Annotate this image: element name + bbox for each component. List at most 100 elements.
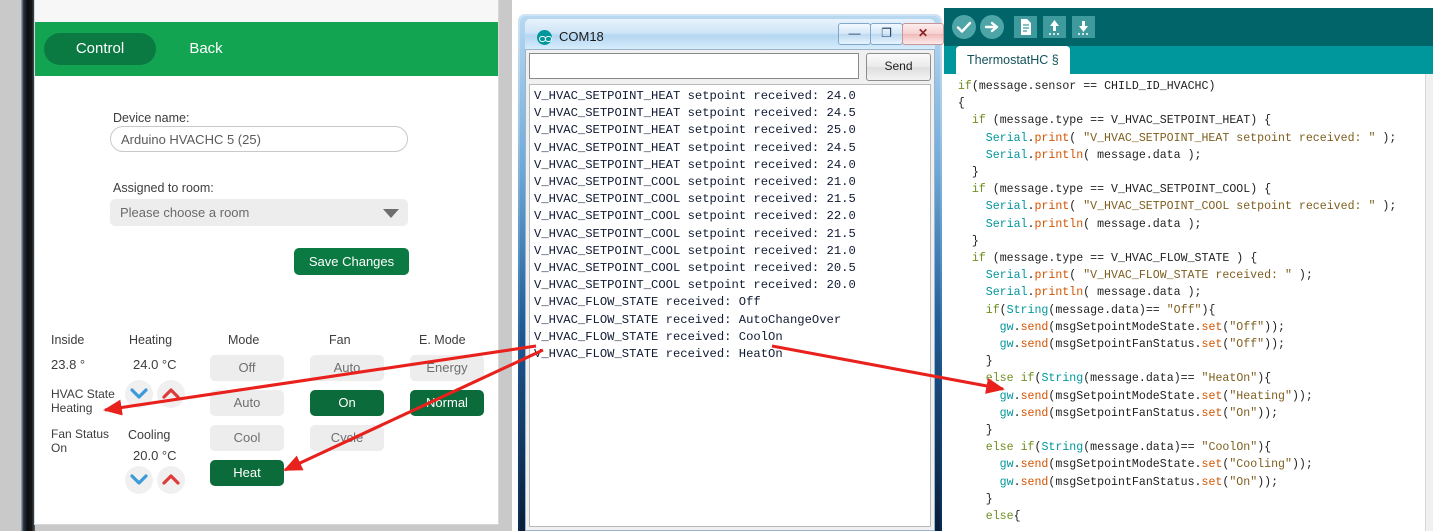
mode-auto-button[interactable]: Auto: [210, 390, 284, 416]
emode-normal-button[interactable]: Normal: [410, 390, 484, 416]
ide-toolbar: [944, 8, 1433, 46]
chevron-up-icon: [162, 474, 180, 485]
fan-status-value: On: [51, 441, 68, 455]
heating-increase-button[interactable]: [157, 380, 185, 408]
serial-log-line: V_HVAC_FLOW_STATE received: HeatOn: [534, 347, 783, 362]
column-header-inside: Inside: [51, 333, 85, 347]
tab-back[interactable]: Back: [170, 33, 242, 65]
serial-send-input[interactable]: [529, 53, 859, 79]
code-line: Serial.print( "V_HVAC_SETPOINT_COOL setp…: [985, 200, 1397, 214]
hvac-state-value: Heating: [51, 401, 93, 415]
code-line: gw.send(msgSetpointFanStatus.set("On"));: [999, 475, 1279, 489]
code-line: }: [944, 424, 993, 438]
serial-log-line: V_HVAC_FLOW_STATE received: CoolOn: [534, 329, 783, 344]
maximize-button[interactable]: ❐: [870, 23, 903, 45]
column-header-mode: Mode: [228, 333, 260, 347]
code-line: if (message.type == V_HVAC_SETPOINT_HEAT…: [971, 114, 1272, 128]
inside-temperature-value: 23.8 °: [51, 357, 86, 372]
code-line: {: [944, 97, 965, 111]
send-button[interactable]: Send: [866, 53, 931, 81]
device-name-input[interactable]: Arduino HVACHC 5 (25): [110, 126, 408, 152]
serial-log-line: V_HVAC_SETPOINT_COOL setpoint received: …: [534, 243, 856, 258]
code-line: }: [944, 355, 993, 369]
code-line: if (message.type == V_HVAC_SETPOINT_COOL…: [971, 183, 1272, 197]
fan-auto-button[interactable]: Auto: [310, 355, 384, 381]
code-line: Serial.println( message.data );: [985, 217, 1202, 231]
code-line: gw.send(msgSetpointFanStatus.set("Off"))…: [999, 338, 1286, 352]
serial-log-line: V_HVAC_SETPOINT_HEAT setpoint received: …: [534, 89, 856, 103]
code-line: }: [944, 492, 993, 506]
new-file-icon[interactable]: [1014, 16, 1037, 38]
chevron-down-icon: [130, 474, 148, 485]
screenshot-root: Control Back Device name: Arduino HVACHC…: [0, 0, 1433, 531]
tab-thermostat-hc[interactable]: ThermostatHC §: [956, 46, 1070, 74]
serial-log-line: V_HVAC_SETPOINT_COOL setpoint received: …: [534, 192, 856, 207]
chevron-down-icon: [130, 388, 148, 399]
heating-decrease-button[interactable]: [125, 380, 153, 408]
serial-log-line: V_HVAC_SETPOINT_HEAT setpoint received: …: [534, 123, 856, 138]
window-titlebar[interactable]: COM18 — ❐ ✕: [525, 19, 944, 49]
code-line: gw.send(msgSetpointModeState.set("Heatin…: [999, 389, 1313, 403]
code-line: Serial.println( message.data );: [985, 286, 1202, 300]
ide-code-editor[interactable]: if(message.sensor == CHILD_ID_HVACHC) { …: [944, 74, 1433, 531]
web-app-browser-bar: [35, 0, 498, 23]
mode-heat-button[interactable]: Heat: [210, 460, 284, 486]
serial-log-line: V_HVAC_SETPOINT_COOL setpoint received: …: [534, 226, 856, 241]
emode-energy-button[interactable]: Energy: [410, 355, 484, 381]
serial-log-line: V_HVAC_SETPOINT_HEAT setpoint received: …: [534, 106, 856, 121]
code-line: Serial.println( message.data );: [985, 148, 1202, 162]
hvac-state-label: HVAC State: [51, 387, 115, 401]
chevron-down-icon: [383, 209, 399, 218]
save-changes-button[interactable]: Save Changes: [294, 248, 409, 275]
serial-log-line: V_HVAC_SETPOINT_HEAT setpoint received: …: [534, 157, 856, 172]
close-button[interactable]: ✕: [902, 23, 944, 45]
serial-log-line: V_HVAC_SETPOINT_COOL setpoint received: …: [534, 278, 856, 293]
chevron-up-icon: [162, 388, 180, 399]
code-line: }: [944, 234, 979, 248]
web-app-panel: Control Back Device name: Arduino HVACHC…: [0, 0, 512, 531]
code-line: else if(String(message.data)== "CoolOn")…: [985, 441, 1272, 455]
cooling-setpoint-value: 20.0 °C: [133, 448, 177, 463]
serial-log-line: V_HVAC_SETPOINT_COOL setpoint received: …: [534, 209, 856, 224]
code-line: Serial.print( "V_HVAC_FLOW_STATE receive…: [985, 269, 1313, 283]
code-line: Serial.print( "V_HVAC_SETPOINT_HEAT setp…: [985, 131, 1397, 145]
column-header-fan: Fan: [329, 333, 351, 347]
upload-arrow-icon[interactable]: [980, 15, 1004, 39]
serial-log-line: V_HVAC_SETPOINT_HEAT setpoint received: …: [534, 140, 856, 155]
assigned-room-select[interactable]: Please choose a room: [110, 199, 408, 226]
code-line: if (message.type == V_HVAC_FLOW_STATE ) …: [971, 252, 1258, 266]
arduino-logo-icon: [537, 30, 552, 45]
minimize-button[interactable]: —: [838, 23, 871, 45]
code-line: }: [944, 166, 979, 180]
code-line: gw.send(msgSetpointModeState.set("Off"))…: [999, 320, 1286, 334]
cooling-increase-button[interactable]: [157, 466, 185, 494]
cooling-label: Cooling: [128, 428, 171, 442]
open-file-icon[interactable]: [1043, 16, 1066, 38]
mode-cool-button[interactable]: Cool: [210, 425, 284, 451]
background-decoration-strip: [21, 0, 35, 531]
serial-log-line: V_HVAC_SETPOINT_COOL setpoint received: …: [534, 261, 856, 276]
serial-monitor-body: Send V_HVAC_SETPOINT_HEAT setpoint recei…: [525, 49, 935, 531]
serial-log-line: V_HVAC_FLOW_STATE received: AutoChangeOv…: [534, 312, 842, 327]
save-file-icon[interactable]: [1072, 16, 1095, 38]
fan-cycle-button[interactable]: Cycle: [310, 425, 384, 451]
ide-scrollbar[interactable]: [1425, 74, 1433, 531]
verify-check-icon[interactable]: [952, 15, 976, 39]
serial-log-line: V_HVAC_SETPOINT_COOL setpoint received: …: [534, 175, 856, 190]
fan-status-label: Fan Status: [51, 427, 110, 441]
fan-on-button[interactable]: On: [310, 390, 384, 416]
mode-off-button[interactable]: Off: [210, 355, 284, 381]
column-header-emode: E. Mode: [419, 333, 466, 347]
code-line: else{: [985, 510, 1021, 524]
serial-monitor-window: COM18 — ❐ ✕ Send V_HVAC_SETPOINT_HEAT se…: [518, 14, 944, 531]
assigned-room-label: Assigned to room:: [113, 181, 214, 195]
column-header-heating: Heating: [129, 333, 173, 347]
ide-tab-bar: ThermostatHC §: [944, 46, 1433, 74]
cooling-decrease-button[interactable]: [125, 466, 153, 494]
tab-control[interactable]: Control: [44, 33, 156, 65]
serial-output-log[interactable]: V_HVAC_SETPOINT_HEAT setpoint received: …: [529, 84, 931, 527]
device-name-label: Device name:: [113, 111, 190, 125]
code-line: gw.send(msgSetpointModeState.set("Coolin…: [999, 458, 1313, 472]
serial-input-row: Send: [529, 53, 931, 81]
serial-log-line: V_HVAC_FLOW_STATE received: Off: [534, 295, 761, 310]
